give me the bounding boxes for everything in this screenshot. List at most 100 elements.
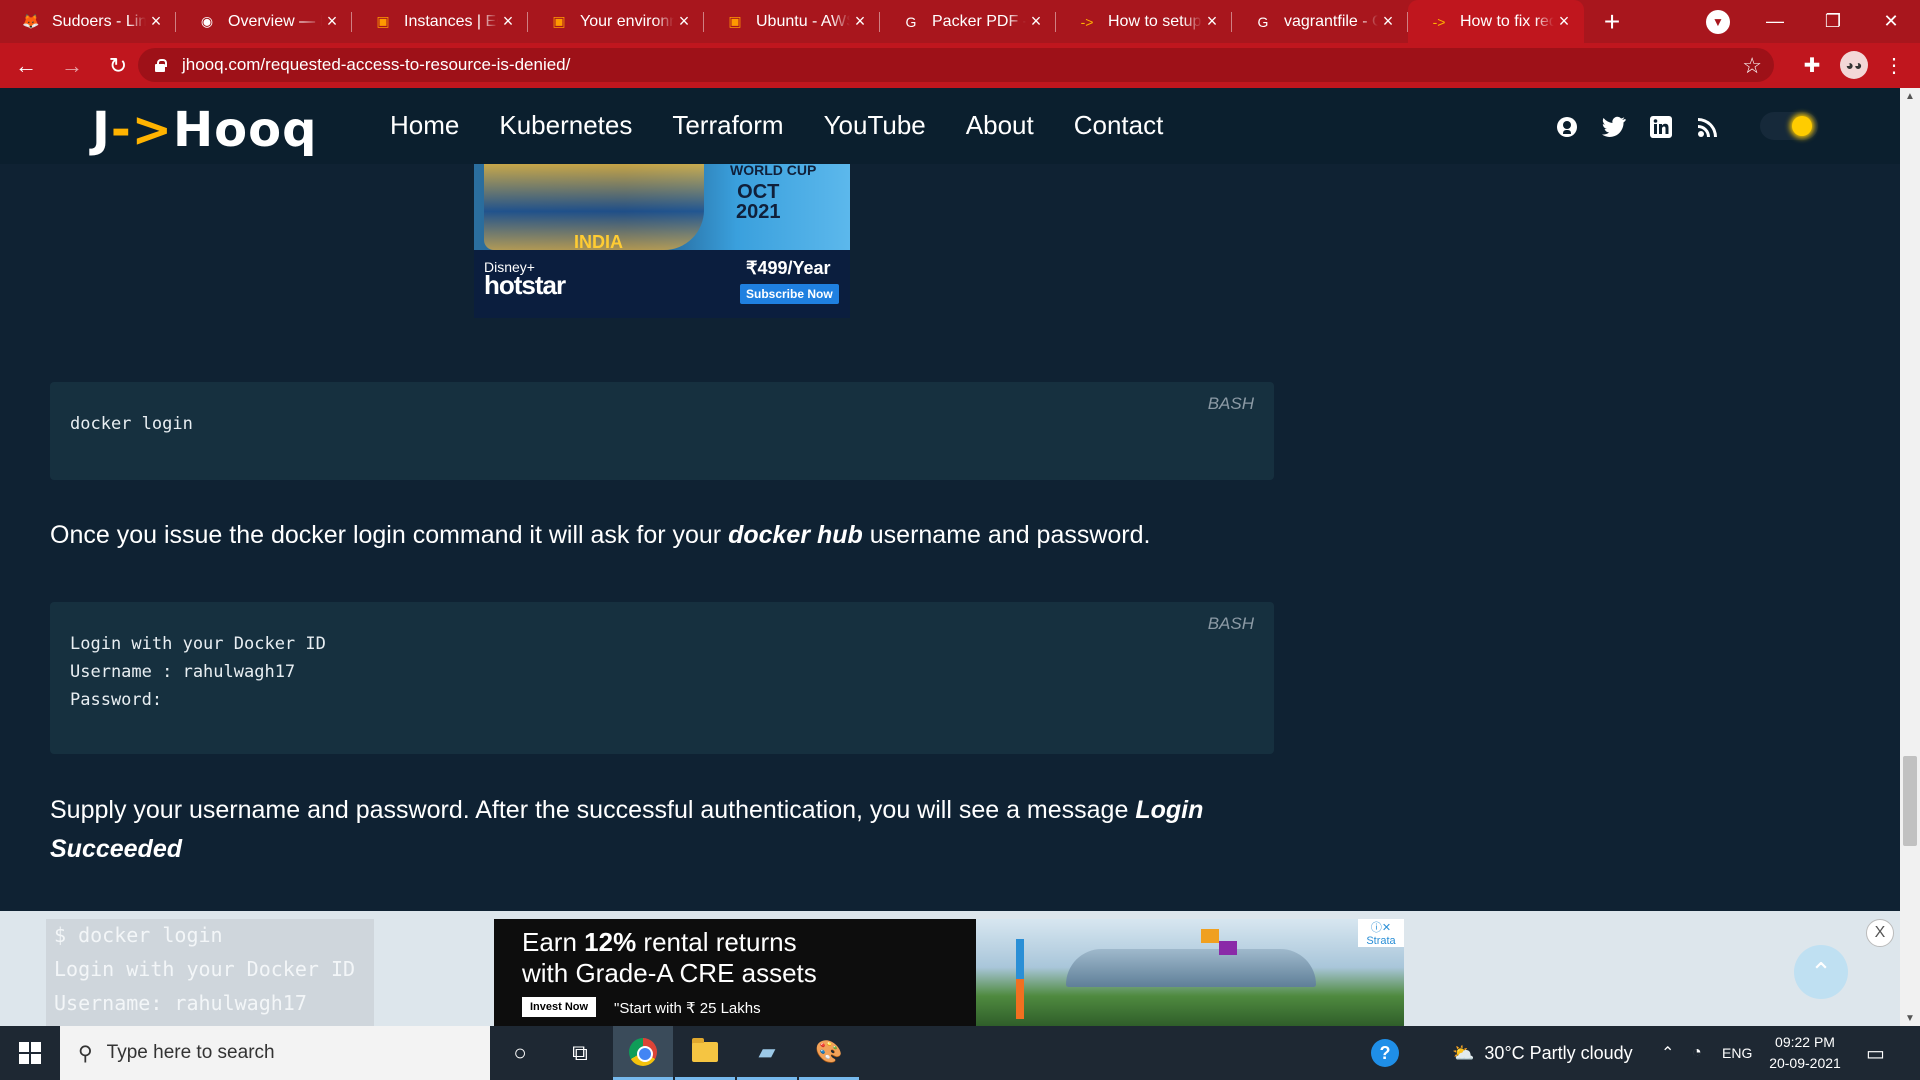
close-window-icon[interactable]: ✕: [1862, 0, 1920, 43]
aws-icon: ▣: [728, 13, 742, 29]
tab-close-icon[interactable]: ×: [674, 11, 694, 32]
browser-tab[interactable]: ▣ Your environm ×: [528, 0, 704, 43]
scroll-down-icon[interactable]: ▼: [1900, 1010, 1920, 1026]
folder-icon: [692, 1037, 718, 1062]
menu-kebab-icon[interactable]: ⋮: [1880, 51, 1908, 79]
nav-youtube[interactable]: YouTube: [824, 110, 926, 141]
theme-toggle[interactable]: [1760, 112, 1818, 140]
browser-tab[interactable]: Gvagrantfile - G ×: [1232, 0, 1408, 43]
tab-title: Packer PDF - 2: [932, 12, 1026, 30]
bottom-ad-bar: $ docker login Login with your Docker ID…: [0, 911, 1900, 1026]
forward-icon[interactable]: →: [52, 46, 92, 86]
browser-tab[interactable]: G Packer PDF - 2×: [880, 0, 1056, 43]
weather-icon: ⛅: [1452, 1042, 1475, 1063]
code-line: docker login: [70, 414, 193, 434]
chrome-icon: [629, 1037, 657, 1066]
hotstar-ad[interactable]: INDIA WORLD CUP OCT 2021 Disney+ hotstar…: [474, 164, 850, 318]
ad-footer: Disney+ hotstar ₹499/Year Subscribe Now: [474, 250, 850, 318]
code-line: Login with your Docker ID: [70, 634, 326, 654]
browser-tab[interactable]: ▣ Ubuntu - AWS ×: [704, 0, 880, 43]
browser-tab[interactable]: ◉ Overview — Bi×: [176, 0, 352, 43]
logo-suffix: Hooq: [173, 102, 318, 158]
restore-icon[interactable]: ❐: [1804, 0, 1862, 43]
ad-month: OCT: [737, 181, 780, 203]
tab-title: Sudoers - Linux: [52, 12, 146, 30]
ad-headline: Earn 12% rental returns with Grade-A CRE…: [522, 927, 817, 989]
chevron-up-icon[interactable]: ⌃: [1661, 1026, 1674, 1080]
weather-widget[interactable]: ⛅ 30°C Partly cloudy: [1452, 1026, 1633, 1080]
reload-icon[interactable]: ↻: [98, 46, 138, 86]
lock-icon: [154, 58, 167, 72]
page-scrollbar[interactable]: ▲ ▼: [1900, 88, 1920, 1026]
cortana-icon[interactable]: ○: [490, 1026, 550, 1080]
nav-contact[interactable]: Contact: [1074, 110, 1164, 141]
ad-banner-image: INDIA WORLD CUP OCT 2021: [474, 164, 850, 252]
extensions-icon[interactable]: ✚: [1798, 51, 1826, 79]
paint-icon: 🎨: [815, 1038, 843, 1064]
bookmark-star-icon[interactable]: ☆: [1742, 53, 1762, 79]
tab-search-icon[interactable]: ▼: [1706, 10, 1730, 34]
aws-icon: ▣: [376, 13, 390, 29]
minimize-icon[interactable]: —: [1746, 0, 1804, 43]
chrome-taskbar-app[interactable]: [613, 1026, 673, 1080]
cre-ad[interactable]: Earn 12% rental returns with Grade-A CRE…: [494, 919, 1404, 1026]
ad-headline-rate: 12%: [584, 927, 637, 957]
new-tab-button[interactable]: +: [1590, 0, 1634, 43]
nav-home[interactable]: Home: [390, 110, 459, 141]
file-explorer-app[interactable]: [675, 1026, 735, 1080]
adchoices-icon[interactable]: ⓘ✕ Strata: [1358, 919, 1404, 947]
tab-close-icon[interactable]: ×: [1378, 11, 1398, 32]
app-taskbar-item[interactable]: ▰: [737, 1026, 797, 1080]
paint-taskbar-app[interactable]: 🎨: [799, 1026, 859, 1080]
taskbar-search-box[interactable]: ⚲ Type here to search: [60, 1026, 490, 1080]
notifications-icon[interactable]: ▭: [1866, 1026, 1885, 1080]
paragraph-text: Supply your username and password. After…: [50, 796, 1136, 824]
address-bar[interactable]: jhooq.com/requested-access-to-resource-i…: [138, 48, 1774, 82]
ad-close-button[interactable]: X: [1866, 919, 1894, 947]
twitter-icon[interactable]: [1601, 114, 1627, 140]
tab-close-icon[interactable]: ×: [1202, 11, 1222, 32]
site-logo[interactable]: J->Hooq: [92, 102, 317, 158]
invest-now-button[interactable]: Invest Now: [522, 997, 597, 1017]
subscribe-now-button[interactable]: Subscribe Now: [740, 284, 839, 304]
jhooq-icon: ->: [1080, 13, 1094, 30]
globe-icon: ◉: [200, 13, 214, 29]
scroll-to-top-button[interactable]: ⌃: [1794, 945, 1848, 999]
tab-close-icon[interactable]: ×: [1554, 11, 1574, 32]
logo-prefix: J: [92, 102, 111, 158]
profile-avatar[interactable]: ◕◕: [1840, 51, 1868, 79]
building-photo: ⓘ✕ Strata: [976, 919, 1404, 1026]
scroll-thumb[interactable]: [1903, 756, 1917, 846]
code-line: Username : rahulwagh17: [70, 662, 296, 682]
github-icon[interactable]: [1554, 114, 1580, 140]
browser-tab[interactable]: -> How to setup I ×: [1056, 0, 1232, 43]
system-clock[interactable]: 09:22 PM 20-09-2021: [1760, 1032, 1850, 1074]
clock-time: 09:22 PM: [1775, 1034, 1835, 1050]
google-icon: G: [905, 13, 917, 30]
page-viewport: J->Hooq Home Kubernetes Terraform YouTub…: [0, 88, 1920, 1026]
language-indicator[interactable]: ENG: [1722, 1026, 1752, 1080]
browser-tab[interactable]: ▣ Instances | EC2×: [352, 0, 528, 43]
tab-close-icon[interactable]: ×: [1026, 11, 1046, 32]
back-icon[interactable]: ←: [6, 46, 46, 86]
browser-toolbar: ← → ↻ jhooq.com/requested-access-to-reso…: [0, 43, 1920, 88]
ad-decor-square: [1201, 929, 1219, 943]
network-icon[interactable]: ◔: [1692, 1026, 1702, 1080]
tab-close-icon[interactable]: ×: [850, 11, 870, 32]
help-tray[interactable]: ?: [1371, 1026, 1399, 1080]
browser-tab[interactable]: -> How to fix req ×: [1408, 0, 1584, 43]
scroll-up-icon[interactable]: ▲: [1900, 88, 1920, 104]
browser-tab[interactable]: 🦊 Sudoers - Linux×: [0, 0, 176, 43]
code-language-label: BASH: [1207, 394, 1254, 413]
nav-kubernetes[interactable]: Kubernetes: [499, 110, 632, 141]
rss-icon[interactable]: [1695, 114, 1721, 140]
ad-terminal-line: Login with your Docker ID: [54, 957, 356, 981]
linkedin-icon[interactable]: [1648, 114, 1674, 140]
task-view-icon[interactable]: ⧉: [550, 1026, 610, 1080]
tab-close-icon[interactable]: ×: [322, 11, 342, 32]
tab-close-icon[interactable]: ×: [498, 11, 518, 32]
start-button[interactable]: [0, 1026, 60, 1080]
tab-close-icon[interactable]: ×: [146, 11, 166, 32]
nav-about[interactable]: About: [966, 110, 1034, 141]
nav-terraform[interactable]: Terraform: [672, 110, 783, 141]
